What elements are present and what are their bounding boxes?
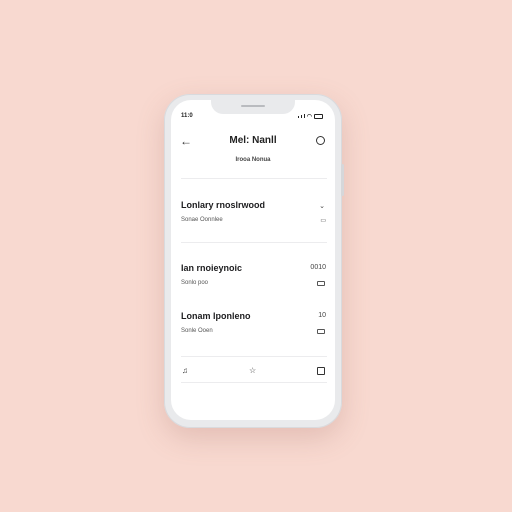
more-options-icon[interactable]: [316, 136, 325, 145]
list-item-title: Lonlary rnoslrwood: [181, 200, 266, 210]
divider: [181, 382, 327, 383]
link-icon: ▭: [320, 218, 326, 224]
wifi-icon: ◠: [306, 114, 312, 120]
status-time: 11:0: [181, 113, 193, 119]
status-icons: ◠: [298, 113, 323, 120]
divider: [181, 178, 327, 179]
app-header: ← Mel: Nanll: [171, 134, 335, 148]
list-item-subtitle: Sonae Oonnlee: [181, 217, 223, 223]
speaker-grille: [241, 105, 265, 107]
list-item[interactable]: Lonam lponleno Sonle Ooen 10: [181, 311, 327, 343]
list-item-value: 10: [318, 312, 326, 319]
divider: [181, 356, 327, 357]
page-title: Mel: Nanll: [229, 135, 277, 146]
page-subtitle: Irooa Nonua: [235, 157, 271, 163]
phone-screen: 11:0 ◠ ← Mel: Nanll Irooa Nonua Lonlary …: [171, 100, 335, 420]
music-note-icon[interactable]: ♫: [182, 366, 188, 376]
phone-mockup: 11:0 ◠ ← Mel: Nanll Irooa Nonua Lonlary …: [164, 94, 344, 428]
list-item-value: 0010: [310, 264, 326, 271]
list-item[interactable]: Ian rnoieynoic Sonlo poo 0010: [181, 263, 327, 295]
phone-notch: [211, 100, 295, 114]
divider: [181, 242, 327, 243]
list-item-subtitle: Sonlo poo: [181, 280, 209, 286]
list-item[interactable]: Lonlary rnoslrwood Sonae Oonnlee ⌄ ▭: [181, 200, 327, 232]
list-item-subtitle: Sonle Ooen: [181, 328, 213, 334]
list-item-title: Lonam lponleno: [181, 311, 251, 321]
square-icon[interactable]: [317, 367, 325, 375]
phone-side-button: [341, 164, 344, 196]
list-item-title: Ian rnoieynoic: [181, 263, 243, 273]
battery-icon: [314, 114, 323, 119]
signal-icon: [298, 113, 305, 120]
star-icon[interactable]: ☆: [249, 366, 256, 376]
card-icon: [317, 329, 325, 334]
card-icon: [317, 281, 325, 286]
chevron-down-icon[interactable]: ⌄: [319, 202, 325, 210]
